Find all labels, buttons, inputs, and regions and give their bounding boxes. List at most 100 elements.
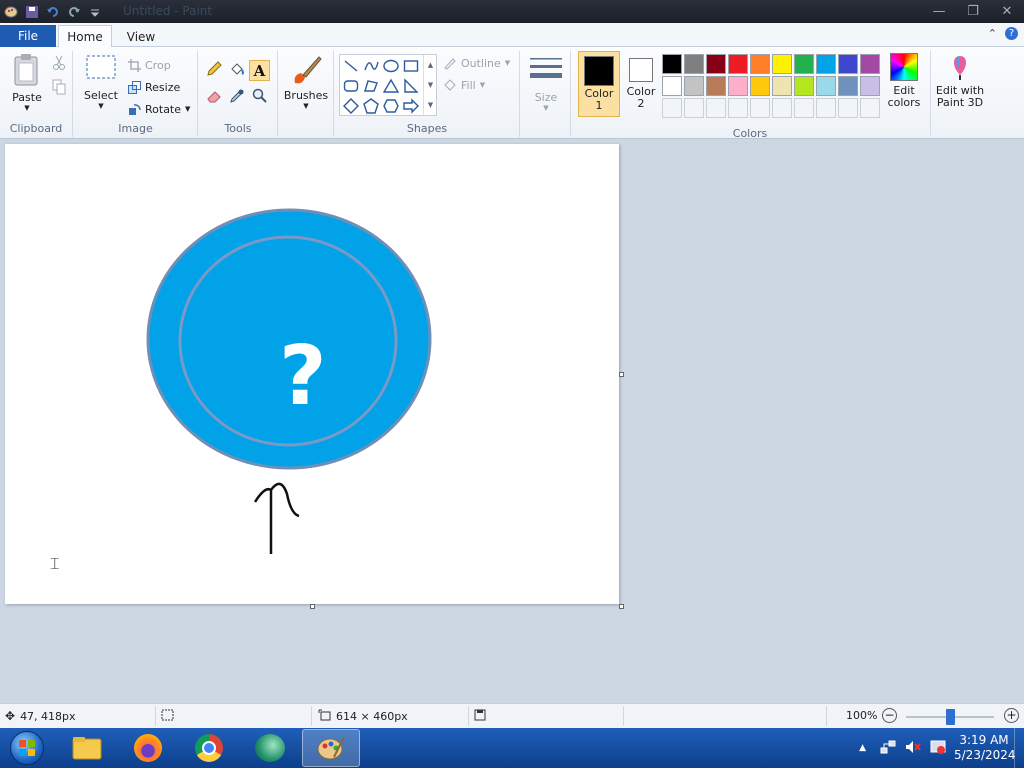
palette-swatch[interactable]: [794, 54, 814, 74]
resize-handle-corner[interactable]: [619, 604, 624, 609]
palette-swatch[interactable]: [706, 54, 726, 74]
oval-shape-icon[interactable]: [381, 56, 401, 76]
edit-colors-button[interactable]: Edit colors: [882, 51, 926, 117]
palette-swatch[interactable]: [750, 54, 770, 74]
diamond-shape-icon[interactable]: [341, 96, 361, 116]
palette-swatch[interactable]: [772, 98, 792, 118]
taskbar-chrome[interactable]: [180, 729, 238, 767]
cut-icon[interactable]: [52, 55, 66, 71]
rounded-rectangle-shape-icon[interactable]: [341, 76, 361, 96]
zoom-slider-thumb[interactable]: [946, 709, 955, 725]
palette-swatch[interactable]: [794, 98, 814, 118]
expand-gallery-icon[interactable]: ▼: [428, 101, 433, 109]
palette-swatch[interactable]: [816, 76, 836, 96]
undo-icon[interactable]: [44, 3, 62, 21]
system-clock[interactable]: 3:19 AM 5/23/2024: [954, 733, 1016, 763]
tab-file[interactable]: File: [0, 25, 56, 47]
color2-button[interactable]: Color 2: [622, 51, 660, 117]
palette-swatch[interactable]: [662, 98, 682, 118]
taskbar-file-explorer[interactable]: [58, 729, 116, 767]
magnifier-tool[interactable]: [249, 87, 270, 108]
palette-swatch[interactable]: [728, 98, 748, 118]
hexagon-shape-icon[interactable]: [381, 96, 401, 116]
palette-swatch[interactable]: [772, 54, 792, 74]
palette-swatch[interactable]: [750, 76, 770, 96]
color-picker-tool[interactable]: [226, 87, 247, 108]
fill-tool[interactable]: [226, 60, 247, 81]
palette-swatch[interactable]: [684, 54, 704, 74]
palette-swatch[interactable]: [662, 54, 682, 74]
taskbar-paint[interactable]: [302, 729, 360, 767]
palette-swatch[interactable]: [662, 76, 682, 96]
fill-button[interactable]: Fill ▼: [443, 75, 485, 95]
rectangle-shape-icon[interactable]: [401, 56, 421, 76]
paint-app-icon[interactable]: [2, 3, 20, 21]
network-icon[interactable]: [880, 739, 896, 758]
resize-button[interactable]: Resize: [128, 77, 180, 97]
line-shape-icon[interactable]: [341, 56, 361, 76]
show-hidden-icons-icon[interactable]: ▲: [859, 743, 866, 753]
text-tool[interactable]: A: [249, 60, 270, 81]
palette-swatch[interactable]: [794, 76, 814, 96]
taskbar-app[interactable]: [241, 729, 299, 767]
palette-swatch[interactable]: [838, 98, 858, 118]
rotate-button[interactable]: Rotate ▼: [128, 99, 190, 119]
palette-swatch[interactable]: [860, 98, 880, 118]
taskbar-firefox[interactable]: [119, 729, 177, 767]
palette-swatch[interactable]: [684, 76, 704, 96]
palette-swatch[interactable]: [728, 54, 748, 74]
scroll-up-icon[interactable]: ▲: [428, 61, 433, 69]
palette-swatch[interactable]: [860, 54, 880, 74]
palette-swatch[interactable]: [772, 76, 792, 96]
minimize-ribbon-icon[interactable]: ⌃: [988, 27, 997, 40]
palette-swatch[interactable]: [706, 98, 726, 118]
outline-button[interactable]: Outline ▼: [443, 53, 510, 73]
shapes-scroll[interactable]: ▲ ▼ ▼: [423, 55, 437, 115]
right-arrow-shape-icon[interactable]: [401, 96, 421, 116]
palette-swatch[interactable]: [816, 98, 836, 118]
show-desktop-button[interactable]: [1014, 728, 1024, 768]
customize-qat-icon[interactable]: [86, 3, 104, 21]
tab-home[interactable]: Home: [58, 25, 112, 48]
resize-handle-right[interactable]: [619, 372, 624, 377]
tab-view[interactable]: View: [118, 25, 164, 48]
paste-button[interactable]: Paste ▼: [8, 53, 46, 112]
redo-icon[interactable]: [65, 3, 83, 21]
volume-muted-icon[interactable]: [904, 739, 922, 758]
pencil-tool[interactable]: [203, 60, 224, 81]
zoom-in-button[interactable]: +: [1004, 708, 1019, 723]
palette-swatch[interactable]: [816, 54, 836, 74]
palette-swatch[interactable]: [838, 54, 858, 74]
palette-swatch[interactable]: [860, 76, 880, 96]
resize-handle-bottom[interactable]: [310, 604, 315, 609]
crop-button[interactable]: Crop: [128, 55, 171, 75]
eraser-tool[interactable]: [203, 87, 224, 108]
triangle-shape-icon[interactable]: [381, 76, 401, 96]
brushes-button[interactable]: Brushes ▼: [283, 53, 329, 110]
zoom-out-button[interactable]: −: [882, 708, 897, 723]
palette-swatch[interactable]: [728, 76, 748, 96]
shapes-gallery[interactable]: ▲ ▼ ▼: [339, 54, 437, 116]
start-button[interactable]: [4, 730, 50, 766]
edit-with-paint3d-button[interactable]: Edit with Paint 3D: [934, 51, 986, 117]
restore-icon[interactable]: ❐: [956, 0, 990, 23]
scroll-down-icon[interactable]: ▼: [428, 81, 433, 89]
pentagon-shape-icon[interactable]: [361, 96, 381, 116]
minimize-icon[interactable]: —: [922, 0, 956, 23]
save-icon[interactable]: [23, 3, 41, 21]
palette-swatch[interactable]: [684, 98, 704, 118]
right-triangle-shape-icon[interactable]: [401, 76, 421, 96]
copy-icon[interactable]: [52, 79, 66, 95]
polygon-shape-icon[interactable]: [361, 76, 381, 96]
close-icon[interactable]: ✕: [990, 0, 1024, 23]
palette-swatch[interactable]: [838, 76, 858, 96]
help-icon[interactable]: ?: [1005, 27, 1018, 40]
action-center-icon[interactable]: [930, 739, 946, 758]
select-button[interactable]: Select ▼: [82, 53, 120, 110]
curve-shape-icon[interactable]: [361, 56, 381, 76]
palette-swatch[interactable]: [750, 98, 770, 118]
drawing-canvas[interactable]: ? ⌶: [5, 144, 619, 604]
palette-swatch[interactable]: [706, 76, 726, 96]
size-button[interactable]: Size ▼: [527, 55, 565, 112]
color1-button[interactable]: Color 1: [578, 51, 620, 117]
